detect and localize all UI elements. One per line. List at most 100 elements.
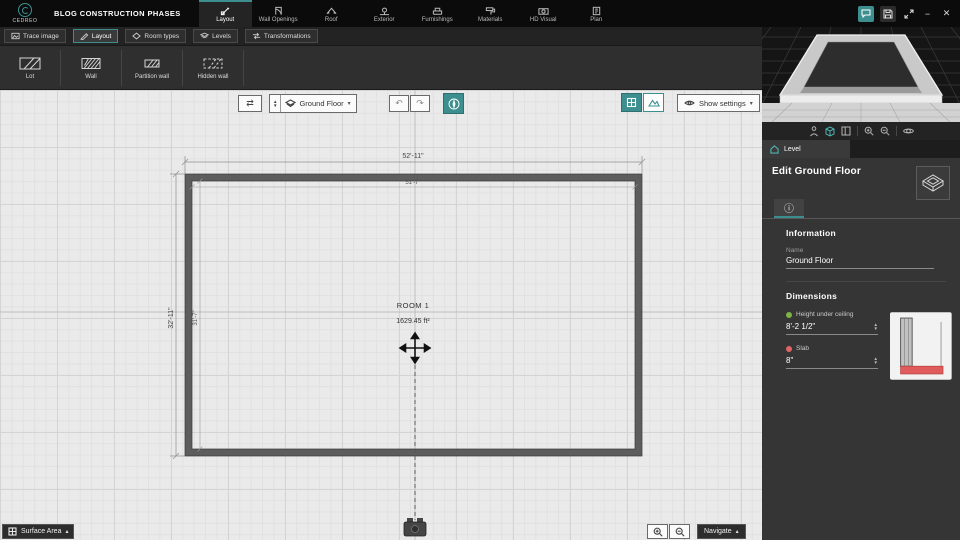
preview-toolbar [762, 122, 960, 140]
subtab-layout[interactable]: Layout [72, 29, 119, 43]
house-icon [770, 144, 779, 154]
dim-height-outer-label: 32'-11" [168, 307, 175, 329]
tab-layout[interactable]: Layout [198, 0, 252, 27]
close-button[interactable]: ✕ [940, 7, 953, 20]
dimensions-fields: Height under ceiling 8'-2 1/2" ▲▼ Slab [762, 303, 960, 381]
tab-wall-openings[interactable]: Wall Openings [252, 0, 305, 27]
orbit-button[interactable] [902, 126, 914, 136]
main-tab-bar: Layout Wall Openings Roof Exterior Furni… [198, 0, 623, 27]
show-settings-button[interactable]: Show settings ▾ [677, 94, 760, 112]
dim-width-outer-label: 52'-11" [402, 153, 424, 160]
tool-wall[interactable]: Wall [61, 49, 121, 87]
preview-zoom-in-button[interactable] [864, 126, 874, 136]
panel-title: Edit Ground Floor [772, 166, 861, 177]
cedreo-logo[interactable]: CEDREO [0, 0, 50, 27]
panel-header: Edit Ground Floor [762, 158, 960, 205]
surface-area-button[interactable]: Surface Area ▴ [2, 524, 75, 539]
lot-icon [19, 57, 41, 69]
tool-partition-wall[interactable]: Partition wall [122, 49, 182, 87]
redo-button[interactable]: ↷ [410, 95, 430, 112]
info-icon: ⓘ [784, 204, 794, 215]
view-3d-icon [647, 99, 660, 107]
cube-icon [825, 125, 834, 137]
zoom-out-icon [675, 527, 685, 537]
level-panel-tab[interactable]: Level [762, 140, 850, 158]
person-icon [809, 125, 818, 136]
orbit-icon [902, 128, 914, 134]
tab-materials[interactable]: Materials [464, 0, 517, 27]
layout-icon [220, 7, 230, 16]
level-stepper[interactable]: ▲ ▼ [270, 95, 282, 112]
subtab-transformations[interactable]: Transformations [244, 29, 318, 43]
navigate-button[interactable]: Navigate ▴ [697, 524, 746, 539]
walkthrough-button[interactable] [809, 125, 819, 137]
floor-icon [285, 99, 297, 108]
tab-plan[interactable]: Plan [570, 0, 623, 27]
tab-exterior[interactable]: Exterior [358, 0, 411, 27]
toolbar-divider [895, 126, 897, 136]
zoom-in-button[interactable] [647, 524, 668, 539]
roof-icon [326, 7, 337, 15]
view-3d-mode-button[interactable] [825, 125, 835, 137]
chat-button[interactable] [858, 5, 874, 22]
furnishings-icon [432, 7, 442, 15]
tool-lot[interactable]: Lot [0, 49, 60, 87]
chevron-up-icon: ▴ [65, 529, 69, 535]
view-2d-button[interactable] [621, 93, 642, 112]
minimize-button[interactable]: − [921, 7, 934, 20]
slab-stepper[interactable]: ▲ ▼ [874, 356, 878, 365]
save-button[interactable] [880, 5, 896, 22]
layout-pencil-icon [80, 33, 89, 40]
compass-button[interactable] [443, 93, 464, 114]
transformations-icon [252, 32, 261, 40]
tab-hd-visual[interactable]: HD Visual [517, 0, 570, 27]
toolbar-divider [243, 49, 244, 86]
wall-section-diagram [890, 312, 952, 380]
preview-zoom-out-button[interactable] [880, 126, 890, 136]
info-tab[interactable]: ⓘ [774, 199, 804, 218]
chevron-up-icon: ▴ [735, 529, 739, 535]
hidden-wall-icon [203, 58, 223, 68]
view-3d-button[interactable] [643, 93, 664, 112]
navigate-label: Navigate [704, 528, 732, 535]
height-input[interactable]: 8'-2 1/2" ▲ ▼ [786, 320, 878, 335]
tab-roof[interactable]: Roof [305, 0, 358, 27]
zoom-in-icon [864, 126, 874, 136]
zoom-out-button[interactable] [669, 524, 690, 539]
height-stepper[interactable]: ▲ ▼ [874, 322, 878, 331]
tool-hidden-wall[interactable]: Hidden wall [183, 49, 243, 87]
dimensions-section: Dimensions [762, 282, 960, 303]
level-editor-panel: Edit Ground Floor ⓘ Information Name Gro… [762, 158, 960, 540]
expand-button[interactable] [902, 7, 915, 20]
subtab-room-types[interactable]: Room types [125, 29, 187, 43]
swap-level-button[interactable]: ⇄ [238, 95, 262, 112]
wall-openings-icon [274, 6, 282, 15]
slab-thumbnail[interactable] [916, 166, 950, 200]
height-indicator-dot [786, 311, 792, 318]
floor-plan-canvas[interactable]: 52'-11" 51'-7" 32'-11" 31'-7" ROOM 1 162… [0, 90, 762, 540]
move-cursor-icon[interactable] [398, 331, 432, 365]
draw-tools-bar: Lot Wall Partition wall Hidden wall [0, 46, 762, 90]
undo-icon: ↶ [395, 98, 403, 108]
zoom-in-icon [653, 527, 663, 537]
slab-input[interactable]: 8" ▲ ▼ [786, 354, 878, 369]
panels-icon [841, 126, 850, 136]
preview-3d-viewport[interactable] [762, 27, 960, 122]
name-field-value: Ground Floor [786, 256, 834, 265]
view-2d-icon [626, 97, 637, 108]
project-title: BLOG CONSTRUCTION PHASES [54, 9, 181, 18]
slab-value: 8" [786, 356, 794, 365]
hd-visual-icon [538, 8, 549, 15]
undo-button[interactable]: ↶ [389, 95, 409, 112]
cedreo-logo-icon [18, 3, 32, 17]
level-selector[interactable]: ▲ ▼ Ground Floor ▾ [269, 94, 357, 113]
mode-tab-bar: Trace image Layout Room types Levels Tra… [0, 27, 762, 46]
subtab-trace-image[interactable]: Trace image [4, 29, 66, 43]
split-view-button[interactable] [841, 126, 851, 136]
cedreo-logo-text: CEDREO [12, 18, 38, 24]
floor-plan-drawing: 52'-11" 51'-7" 32'-11" 31'-7" ROOM 1 162… [0, 90, 762, 540]
tab-furnishings[interactable]: Furnishings [411, 0, 464, 27]
room-outline[interactable] [185, 174, 642, 456]
subtab-levels[interactable]: Levels [193, 29, 238, 43]
name-field[interactable]: Ground Floor [786, 254, 934, 269]
